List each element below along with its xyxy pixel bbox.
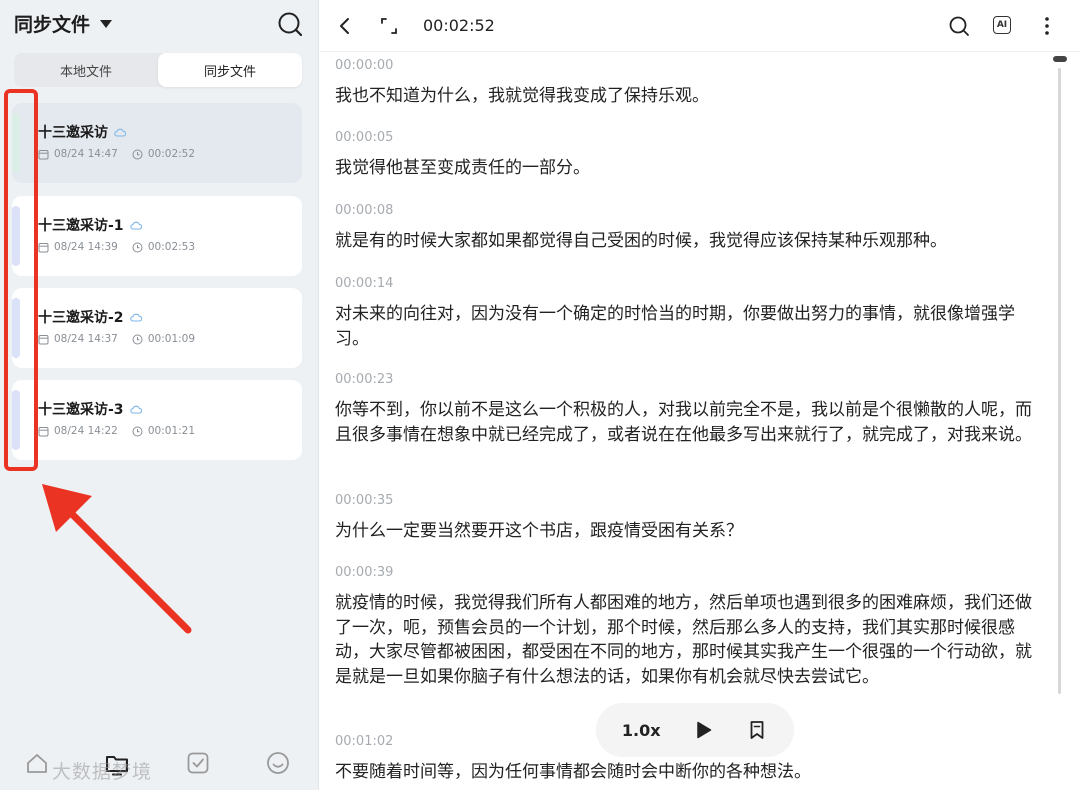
sidebar-title-dropdown[interactable]: 同步文件 [14, 10, 113, 37]
ai-button[interactable]: AI [993, 16, 1011, 34]
file-color-bar [12, 298, 20, 358]
file-meta: 08/24 14:37 00:01:09 [38, 333, 195, 345]
playback-controls: 1.0x [596, 703, 794, 757]
file-date: 08/24 14:39 [54, 241, 118, 253]
smiley-icon[interactable] [265, 750, 291, 776]
sidebar: 同步文件 本地文件 同步文件 十三邀采访 08/24 14:47 00:02:5… [0, 0, 319, 790]
calendar-icon [38, 334, 49, 344]
segment-text: 对未来的向往对，因为没有一个确定的时恰当的时期，你要做出努力的事情，就很像增强学… [335, 304, 1015, 349]
segment-timestamp[interactable]: 00:00:14 [335, 274, 1047, 294]
sidebar-title: 同步文件 [14, 14, 91, 36]
calendar-icon [38, 426, 49, 436]
clock-icon [132, 426, 143, 436]
bottom-tab-bar [0, 742, 319, 790]
file-item[interactable]: 十三邀采访 08/24 14:47 00:02:52 [12, 103, 302, 183]
watermark-text: 大数据梦境 [52, 761, 153, 783]
file-meta: 08/24 14:22 00:01:21 [38, 425, 195, 437]
transcript-segment[interactable]: 00:00:00 我也不知道为什么，我就觉得我变成了保持乐观。 [335, 56, 1047, 109]
segment-timestamp[interactable]: 00:00:08 [335, 201, 1047, 221]
file-color-bar [12, 206, 20, 266]
file-name-row: 十三邀采访-2 [38, 307, 142, 327]
file-item[interactable]: 十三邀采访-1 08/24 14:39 00:02:53 [12, 196, 302, 276]
file-date: 08/24 14:47 [54, 148, 118, 160]
file-duration: 00:01:21 [147, 425, 196, 437]
file-date: 08/24 14:22 [54, 425, 118, 437]
bookmark-icon[interactable] [746, 719, 768, 741]
file-duration: 00:02:53 [147, 241, 196, 253]
segment-timestamp[interactable]: 00:00:39 [335, 563, 1047, 583]
transcript-segment[interactable]: 00:00:08 就是有的时候大家都如果都觉得自己受困的时候，我觉得应该保持某种… [335, 201, 1047, 254]
file-item[interactable]: 十三邀采访-2 08/24 14:37 00:01:09 [12, 288, 302, 368]
play-icon[interactable] [692, 719, 714, 741]
file-duration: 00:01:09 [147, 333, 196, 345]
sidebar-header: 同步文件 [14, 10, 304, 38]
annotation-arrow-icon [42, 484, 192, 634]
segment-timestamp[interactable]: 00:00:05 [335, 128, 1047, 148]
total-duration: 00:02:52 [423, 16, 495, 35]
segment-text: 为什么一定要当然要开这个书店，跟疫情受困有关系？ [335, 521, 743, 541]
scrollbar-thumb[interactable] [1053, 56, 1067, 62]
clock-icon [132, 334, 143, 344]
segment-text: 你等不到，你以前不是这么一个积极的人，对我以前完全不是，我以前是个很懒散的人呢，… [335, 400, 1032, 445]
file-meta: 08/24 14:39 00:02:53 [38, 241, 195, 253]
caret-down-icon [100, 19, 113, 28]
file-color-bar [12, 390, 20, 450]
file-duration: 00:02:52 [147, 148, 196, 160]
back-icon[interactable] [332, 13, 358, 39]
file-color-bar [12, 113, 20, 173]
file-meta: 08/24 14:47 00:02:52 [38, 148, 195, 160]
clock-icon [132, 149, 143, 159]
segment-text: 就疫情的时候，我觉得我们所有人都困难的地方，然后单项也遇到很多的困难麻烦，我们还… [335, 593, 1032, 687]
cloud-icon [129, 405, 142, 414]
cloud-icon [129, 313, 142, 322]
cloud-icon [129, 221, 142, 230]
expand-icon[interactable] [376, 13, 402, 39]
segment-text: 我也不知道为什么，我就觉得我变成了保持乐观。 [335, 86, 709, 106]
ai-label: AI [996, 20, 1008, 30]
scrollbar-track [1058, 68, 1061, 694]
calendar-icon [38, 242, 49, 252]
transcript-segment[interactable]: 00:00:05 我觉得他甚至变成责任的一部分。 [335, 128, 1047, 181]
transcript-panel: 00:02:52 AI 00:00:00 我也不知道为什么，我就觉得我变成了保持… [320, 0, 1080, 790]
tab-synced-files[interactable]: 同步文件 [158, 53, 302, 87]
file-name-row: 十三邀采访 [38, 122, 126, 142]
calendar-icon [38, 149, 49, 159]
playback-speed-button[interactable]: 1.0x [622, 721, 661, 740]
file-name: 十三邀采访-2 [38, 310, 124, 326]
transcript-segment[interactable]: 00:00:39 就疫情的时候，我觉得我们所有人都困难的地方，然后单项也遇到很多… [335, 563, 1047, 689]
segment-text: 就是有的时候大家都如果都觉得自己受困的时候，我觉得应该保持某种乐观那种。 [335, 231, 947, 251]
search-icon[interactable] [946, 13, 972, 39]
transcript-segment[interactable]: 00:00:23 你等不到，你以前不是这么一个积极的人，对我以前完全不是，我以前… [335, 370, 1047, 447]
file-name: 十三邀采访-1 [38, 218, 124, 234]
scrollbar[interactable] [1053, 56, 1067, 696]
file-name-row: 十三邀采访-3 [38, 399, 142, 419]
home-icon[interactable] [24, 750, 50, 776]
more-options-icon[interactable] [1034, 13, 1060, 39]
file-item[interactable]: 十三邀采访-3 08/24 14:22 00:01:21 [12, 380, 302, 460]
checkbox-icon[interactable] [185, 750, 211, 776]
transcript-segment[interactable]: 00:00:14 对未来的向往对，因为没有一个确定的时恰当的时期，你要做出努力的… [335, 274, 1047, 351]
file-date: 08/24 14:37 [54, 333, 118, 345]
clock-icon [132, 242, 143, 252]
segment-timestamp[interactable]: 00:00:00 [335, 56, 1047, 76]
file-name-row: 十三邀采访-1 [38, 215, 142, 235]
segment-text: 我觉得他甚至变成责任的一部分。 [335, 158, 590, 178]
segment-timestamp[interactable]: 00:00:23 [335, 370, 1047, 390]
segment-text: 不要随着时间等，因为任何事情都会随时会中断你的各种想法。 [335, 762, 811, 782]
tab-local-files[interactable]: 本地文件 [14, 53, 158, 87]
file-name: 十三邀采访 [38, 125, 108, 141]
top-toolbar: 00:02:52 AI [320, 0, 1080, 52]
file-name: 十三邀采访-3 [38, 402, 124, 418]
file-source-switch: 本地文件 同步文件 [14, 53, 302, 87]
cloud-icon [114, 128, 126, 137]
search-icon[interactable] [276, 10, 304, 38]
segment-timestamp[interactable]: 00:00:35 [335, 491, 1047, 511]
transcript-segment[interactable]: 00:00:35 为什么一定要当然要开这个书店，跟疫情受困有关系？ [335, 491, 1047, 544]
